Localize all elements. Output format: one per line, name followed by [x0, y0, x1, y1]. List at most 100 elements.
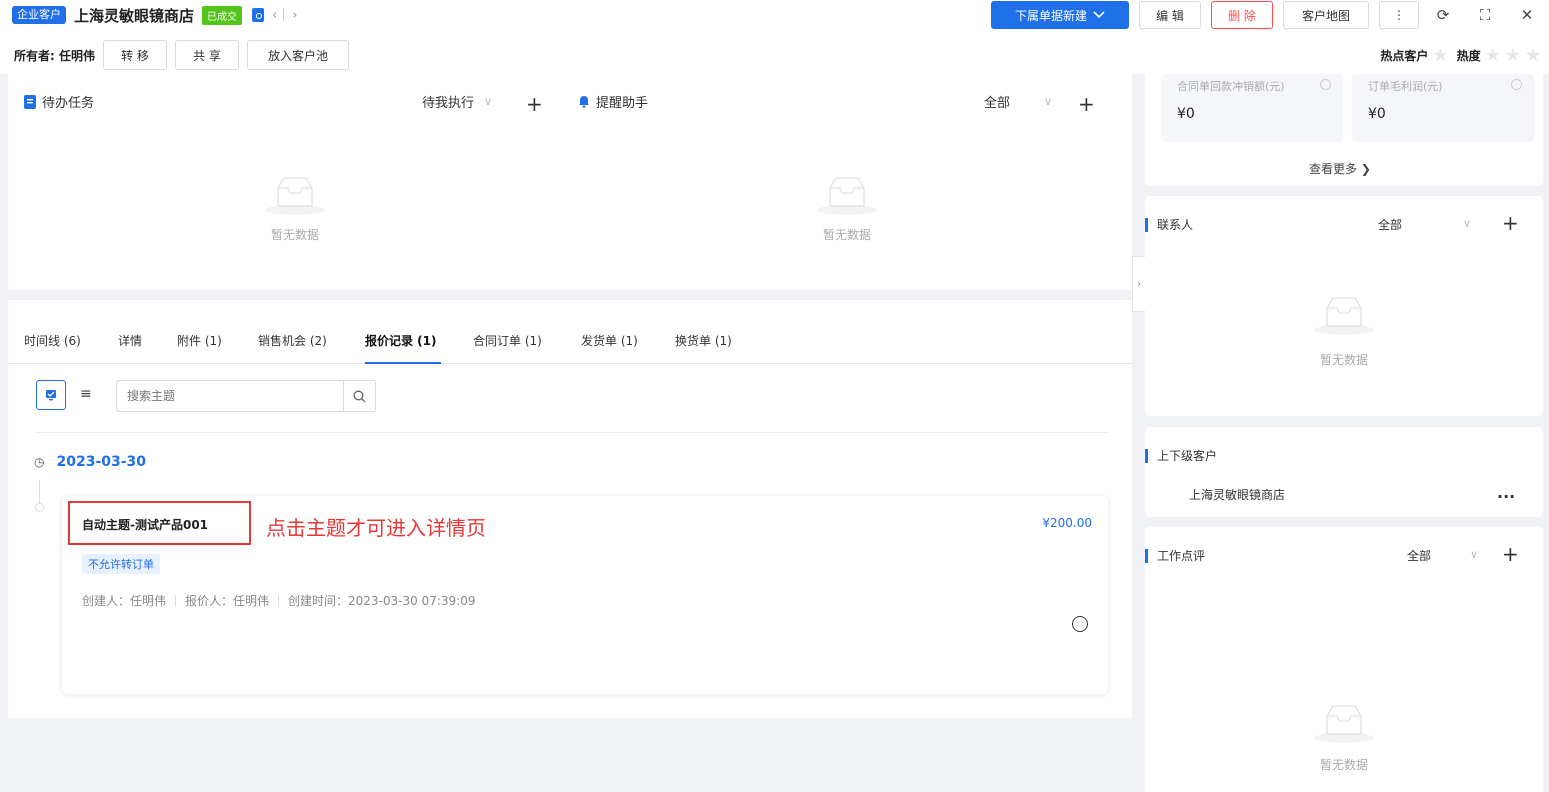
- tab-quotes[interactable]: 报价记录 (1): [365, 332, 437, 349]
- detail-main-panel: 时间线 (6) 详情 附件 (1) 销售机会 (2) 报价记录 (1) 合同订单…: [8, 300, 1132, 718]
- edit-button[interactable]: 编 辑: [1139, 1, 1201, 29]
- comments-filter[interactable]: 全部: [1407, 547, 1431, 564]
- tab-contract-orders[interactable]: 合同订单 (1): [473, 332, 542, 349]
- add-contact-icon[interactable]: +: [1502, 213, 1519, 233]
- document-icon[interactable]: [252, 8, 265, 22]
- add-reminder-icon[interactable]: +: [1078, 92, 1095, 116]
- hot-customer-label: 热点客户: [1380, 49, 1429, 63]
- owner-row: 所有者: 任明伟 转 移 共 享 放入客户池: [0, 40, 1549, 70]
- quoter-text: 报价人：任明伟: [185, 594, 270, 608]
- add-comment-icon[interactable]: +: [1502, 544, 1519, 564]
- empty-inbox-icon: [817, 177, 877, 215]
- todo-filter[interactable]: 待我执行 ∨: [422, 92, 492, 111]
- chevron-down-icon: [1093, 11, 1105, 19]
- tasks-reminders-panel: 待办任务 待我执行 ∨ + 提醒助手 全部 ∨ + 暂无数据 暂无数据: [8, 74, 1132, 290]
- related-customer-item[interactable]: 上海灵敏眼镜商店: [1189, 486, 1285, 503]
- annotation-note: 点击主题才可进入详情页: [266, 516, 486, 540]
- status-tag: 已成交: [202, 5, 243, 25]
- more-icon[interactable]: ...: [1497, 483, 1515, 502]
- collapse-sidebar-icon[interactable]: ›: [1132, 256, 1146, 312]
- delete-button[interactable]: 删 除: [1211, 1, 1273, 29]
- list-view-icon[interactable]: ≡: [80, 386, 92, 402]
- todo-title: 待办任务: [42, 96, 95, 111]
- help-icon[interactable]: [1320, 79, 1331, 90]
- header-actions: 下属单据新建 编 辑 删 除 客户地图 ⋮ ⟳ ⛶ ✕: [981, 0, 1549, 30]
- search-box: [116, 380, 376, 412]
- bell-icon: [579, 96, 589, 108]
- status-badge: 不允许转订单: [82, 554, 160, 574]
- next-arrow-icon[interactable]: ›: [292, 8, 297, 23]
- section-accent-bar: [1145, 448, 1148, 463]
- star-icon[interactable]: ★: [1432, 45, 1448, 66]
- empty-inbox-icon: [1314, 297, 1374, 335]
- active-tab-indicator: [365, 362, 441, 364]
- todo-empty-text: 暂无数据: [270, 228, 319, 242]
- contacts-filter[interactable]: 全部: [1378, 216, 1402, 233]
- heat-star-3-icon[interactable]: ★: [1525, 45, 1541, 66]
- parent-child-title: 上下级客户: [1157, 449, 1218, 463]
- chevron-down-icon[interactable]: ∨: [1470, 548, 1478, 561]
- quote-record-card: 自动主题-测试产品001 点击主题才可进入详情页 ¥200.00 不允许转订单 …: [62, 496, 1108, 694]
- clock-icon: ◷: [34, 455, 45, 469]
- contacts-panel: 联系人 全部 ∨ + 暂无数据: [1145, 196, 1543, 416]
- new-subordinate-label: 下属单据新建: [1014, 8, 1087, 23]
- help-icon[interactable]: [1511, 79, 1522, 90]
- tab-exchange-orders[interactable]: 换货单 (1): [675, 332, 732, 349]
- customer-map-button[interactable]: 客户地图: [1283, 1, 1369, 29]
- timeline-date-row: ◷ 2023-03-30: [34, 454, 146, 470]
- add-todo-icon[interactable]: +: [526, 92, 543, 116]
- meta-divider: [278, 595, 280, 606]
- section-accent-bar: [1145, 548, 1148, 563]
- fullscreen-icon[interactable]: ⛶: [1467, 1, 1503, 29]
- refresh-icon[interactable]: ⟳: [1425, 1, 1461, 29]
- creator-text: 创建人：任明伟: [82, 594, 167, 608]
- reminder-filter[interactable]: 全部 ∨: [984, 92, 1052, 111]
- search-input[interactable]: [117, 389, 343, 403]
- share-button[interactable]: 共 享: [174, 40, 239, 70]
- heat-label: 热度: [1456, 49, 1481, 63]
- new-subordinate-button[interactable]: 下属单据新建: [991, 1, 1129, 29]
- card-view-glyph-icon: [46, 390, 56, 401]
- nav-divider: [283, 9, 285, 21]
- view-more-link[interactable]: 查看更多 ❯: [1309, 160, 1371, 177]
- timeline-date: 2023-03-30: [56, 454, 147, 470]
- stat-value: ¥0: [1177, 106, 1195, 122]
- quote-meta: 创建人：任明伟 报价人：任明伟 创建时间：2023-03-30 07:39:09: [82, 592, 475, 609]
- tab-sales-opportunities[interactable]: 销售机会 (2): [258, 332, 327, 349]
- chevron-down-icon[interactable]: ∨: [1463, 217, 1471, 230]
- heat-star-1-icon[interactable]: ★: [1485, 45, 1501, 66]
- move-to-pool-button[interactable]: 放入客户池: [246, 40, 349, 70]
- customer-type-tag: 企业客户: [12, 6, 66, 24]
- comments-header: 工作点评: [1145, 547, 1543, 564]
- heat-star-2-icon[interactable]: ★: [1505, 45, 1521, 66]
- tab-attachments[interactable]: 附件 (1): [177, 332, 222, 349]
- contacts-title: 联系人: [1157, 218, 1194, 232]
- tab-details[interactable]: 详情: [118, 332, 142, 349]
- task-list-icon: [24, 94, 36, 109]
- transfer-button[interactable]: 转 移: [102, 40, 167, 70]
- chevron-down-icon: ∨: [484, 95, 493, 108]
- todo-header: 待办任务: [24, 92, 94, 111]
- stat-card: 订单毛利润(元) ¥0: [1352, 74, 1534, 142]
- meta-divider: [175, 595, 177, 606]
- empty-inbox-icon: [265, 177, 325, 215]
- header-row: 企业客户 上海灵敏眼镜商店 已成交 ‹ › 下属单据新建 编 辑 删 除 客户地…: [0, 0, 1549, 30]
- comments-title: 工作点评: [1157, 549, 1206, 563]
- quote-amount: ¥200.00: [1042, 516, 1092, 530]
- comment-icon[interactable]: [1072, 616, 1088, 632]
- contacts-empty-text: 暂无数据: [1319, 353, 1368, 367]
- reminder-title: 提醒助手: [596, 96, 649, 111]
- prev-arrow-icon[interactable]: ‹: [272, 8, 277, 23]
- close-icon[interactable]: ✕: [1509, 1, 1545, 29]
- tab-delivery-orders[interactable]: 发货单 (1): [581, 332, 638, 349]
- comments-empty-text: 暂无数据: [1319, 758, 1368, 772]
- card-view-icon[interactable]: [36, 380, 66, 410]
- stats-panel: 合同单回款冲销额(元) ¥0 订单毛利润(元) ¥0 查看更多 ❯: [1145, 74, 1543, 186]
- reminder-header: 提醒助手: [578, 92, 648, 111]
- search-icon[interactable]: [343, 381, 375, 411]
- more-icon[interactable]: ⋮: [1379, 1, 1419, 29]
- tab-timeline[interactable]: 时间线 (6): [24, 332, 81, 349]
- quote-title-link[interactable]: 自动主题-测试产品001: [82, 516, 208, 533]
- comments-panel: 工作点评 全部 ∨ + 暂无数据: [1145, 527, 1543, 792]
- parent-child-header: 上下级客户: [1145, 447, 1543, 464]
